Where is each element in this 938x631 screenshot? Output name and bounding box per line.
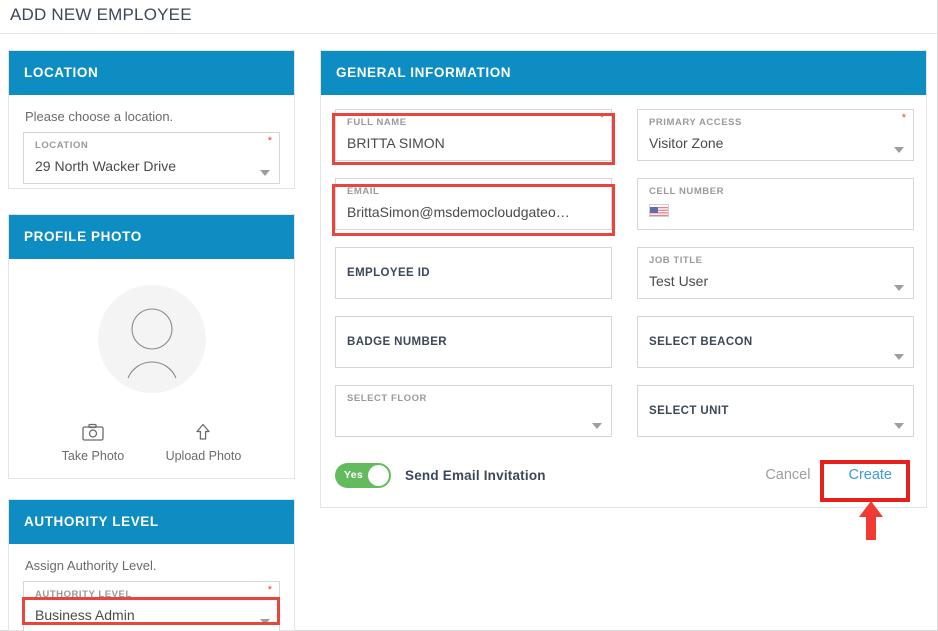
- authority-level-panel: AUTHORITY LEVEL Assign Authority Level. …: [8, 499, 295, 631]
- location-helper-text: Please choose a location.: [25, 109, 174, 124]
- title-divider: [0, 33, 938, 34]
- take-photo-button[interactable]: Take Photo: [61, 423, 125, 463]
- badge-number-input[interactable]: BADGE NUMBER: [335, 316, 612, 368]
- cell-number-label: CELL NUMBER: [649, 186, 725, 197]
- authority-level-select[interactable]: * AUTHORITY LEVEL Business Admin: [23, 581, 280, 631]
- location-select[interactable]: * LOCATION 29 North Wacker Drive: [23, 132, 280, 184]
- form-cell: * PRIMARY ACCESS Visitor Zone: [637, 109, 914, 161]
- general-information-panel: GENERAL INFORMATION * FULL NAME BRITTA S…: [320, 50, 927, 508]
- form-row: EMPLOYEE ID JOB TITLE Test User: [335, 247, 914, 299]
- chevron-down-icon: [260, 619, 270, 625]
- select-unit-label: SELECT UNIT: [649, 405, 729, 417]
- form-cell: * FULL NAME BRITTA SIMON: [335, 109, 612, 161]
- select-beacon-label: SELECT BEACON: [649, 336, 753, 348]
- avatar: [97, 285, 206, 393]
- select-floor-select[interactable]: SELECT FLOOR: [335, 385, 612, 437]
- toggle-state-label: Yes: [344, 468, 364, 481]
- location-select-value: 29 North Wacker Drive: [35, 158, 177, 174]
- toggle-knob: [368, 464, 389, 486]
- form-row: BADGE NUMBER SELECT BEACON: [335, 316, 914, 368]
- form-cell: SELECT FLOOR: [335, 385, 612, 437]
- form-row: * FULL NAME BRITTA SIMON * PRIMARY ACCES…: [335, 109, 914, 161]
- form-cell: EMAIL BrittaSimon@msdemocloudgateo…: [335, 178, 612, 230]
- chevron-down-icon: [894, 423, 904, 429]
- full-name-input[interactable]: * FULL NAME BRITTA SIMON: [335, 109, 612, 161]
- required-star: *: [267, 135, 272, 147]
- primary-access-select[interactable]: * PRIMARY ACCESS Visitor Zone: [637, 109, 914, 161]
- form-cell: SELECT UNIT: [637, 385, 914, 437]
- authority-helper-text: Assign Authority Level.: [25, 558, 157, 573]
- email-value: BrittaSimon@msdemocloudgateo…: [347, 204, 570, 220]
- camera-icon: [82, 423, 104, 441]
- chevron-down-icon: [894, 354, 904, 360]
- select-floor-label: SELECT FLOOR: [347, 393, 427, 404]
- email-input[interactable]: EMAIL BrittaSimon@msdemocloudgateo…: [335, 178, 612, 230]
- take-photo-label: Take Photo: [61, 449, 125, 463]
- cancel-button[interactable]: Cancel: [749, 461, 826, 489]
- chevron-down-icon: [592, 423, 602, 429]
- employee-id-input[interactable]: EMPLOYEE ID: [335, 247, 612, 299]
- upload-arrow-icon: [196, 423, 211, 440]
- form-cell: JOB TITLE Test User: [637, 247, 914, 299]
- select-unit-select[interactable]: SELECT UNIT: [637, 385, 914, 437]
- add-new-employee-page: ADD NEW EMPLOYEE LOCATION Please choose …: [0, 0, 938, 631]
- form-cell: EMPLOYEE ID: [335, 247, 612, 299]
- authority-level-select-label: AUTHORITY LEVEL: [35, 589, 132, 600]
- create-button[interactable]: Create: [826, 461, 914, 489]
- upload-photo-label: Upload Photo: [165, 449, 242, 463]
- us-flag-icon: [649, 204, 669, 217]
- form-cell: SELECT BEACON: [637, 316, 914, 368]
- upload-photo-button[interactable]: Upload Photo: [165, 423, 242, 463]
- full-name-label: FULL NAME: [347, 117, 407, 128]
- profile-photo-panel-body: Take Photo Upload Photo: [9, 259, 294, 477]
- job-title-select[interactable]: JOB TITLE Test User: [637, 247, 914, 299]
- email-label: EMAIL: [347, 186, 380, 197]
- send-email-invitation-toggle[interactable]: Yes: [335, 462, 391, 488]
- chevron-down-icon: [894, 285, 904, 291]
- location-select-label: LOCATION: [35, 140, 89, 151]
- location-panel-body: Please choose a location. * LOCATION 29 …: [9, 95, 294, 198]
- employee-id-label: EMPLOYEE ID: [347, 267, 430, 279]
- required-star: *: [901, 112, 906, 124]
- chevron-down-icon: [260, 170, 270, 176]
- page-title: ADD NEW EMPLOYEE: [10, 5, 192, 24]
- profile-photo-panel-header: PROFILE PHOTO: [9, 215, 294, 259]
- primary-access-label: PRIMARY ACCESS: [649, 117, 742, 128]
- profile-photo-panel: PROFILE PHOTO Take Photo Upload Photo: [8, 214, 295, 479]
- full-name-value: BRITTA SIMON: [347, 135, 445, 151]
- authority-level-select-value: Business Admin: [35, 607, 135, 623]
- chevron-down-icon: [894, 147, 904, 153]
- job-title-value: Test User: [649, 273, 709, 289]
- job-title-label: JOB TITLE: [649, 255, 703, 266]
- up-arrow-annotation: [859, 501, 883, 540]
- cell-number-input[interactable]: CELL NUMBER: [637, 178, 914, 230]
- person-placeholder-icon: [126, 308, 177, 379]
- authority-level-panel-body: Assign Authority Level. * AUTHORITY LEVE…: [9, 544, 294, 631]
- general-information-panel-header: GENERAL INFORMATION: [321, 51, 926, 95]
- required-star: *: [599, 112, 604, 124]
- badge-number-label: BADGE NUMBER: [347, 336, 447, 348]
- form-row: SELECT FLOOR SELECT UNIT: [335, 385, 914, 437]
- required-star: *: [267, 584, 272, 596]
- general-information-grid: * FULL NAME BRITTA SIMON * PRIMARY ACCES…: [335, 109, 914, 454]
- location-panel-header: LOCATION: [9, 51, 294, 95]
- photo-actions: Take Photo Upload Photo: [23, 423, 280, 463]
- general-information-footer: Yes Send Email Invitation Cancel Create: [335, 455, 914, 495]
- form-cell: CELL NUMBER: [637, 178, 914, 230]
- avatar-wrapper: [23, 285, 280, 393]
- primary-access-value: Visitor Zone: [649, 135, 724, 151]
- form-cell: BADGE NUMBER: [335, 316, 612, 368]
- footer-actions: Cancel Create: [749, 461, 914, 489]
- send-email-invitation-label: Send Email Invitation: [405, 467, 546, 483]
- authority-level-panel-header: AUTHORITY LEVEL: [9, 500, 294, 544]
- form-row: EMAIL BrittaSimon@msdemocloudgateo… CELL…: [335, 178, 914, 230]
- select-beacon-select[interactable]: SELECT BEACON: [637, 316, 914, 368]
- location-panel: LOCATION Please choose a location. * LOC…: [8, 50, 295, 189]
